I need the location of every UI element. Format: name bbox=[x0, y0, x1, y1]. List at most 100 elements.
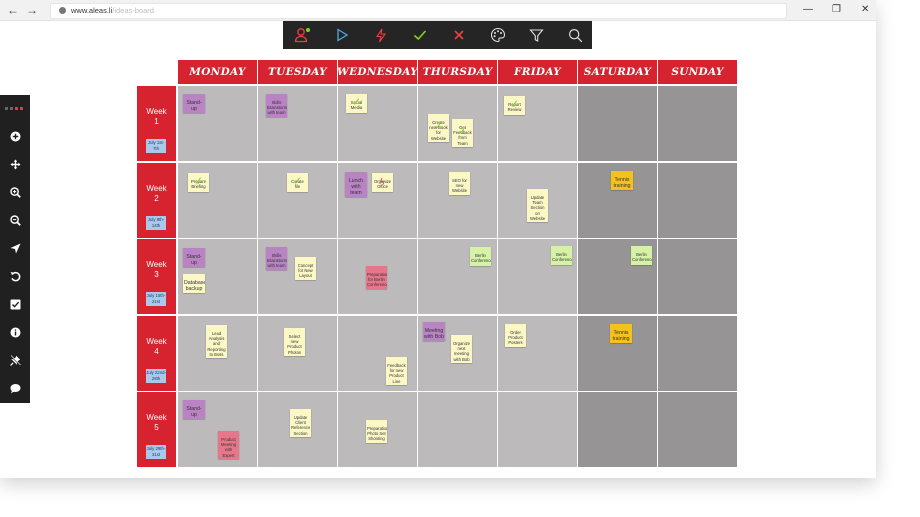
board-cell[interactable]: Social Media ✓ bbox=[338, 86, 417, 161]
sticky-note[interactable]: Skills Brainstorming with team bbox=[266, 94, 287, 117]
board-cell[interactable]: Stand-up Product Meeting with Expert bbox=[178, 392, 257, 467]
board-cell[interactable]: Report Review ✓ bbox=[498, 86, 577, 161]
minimize-button[interactable]: — bbox=[803, 3, 813, 17]
week-label: Week 4 bbox=[146, 337, 167, 356]
board-cell[interactable]: Stand-up bbox=[178, 86, 257, 161]
sticky-note[interactable]: Concept for New Layout bbox=[295, 257, 316, 280]
board-cell[interactable]: Meeting with Bob Organize next meeting wi… bbox=[418, 316, 497, 391]
sticky-note[interactable]: Get Feedback from Team ✓ bbox=[452, 119, 473, 147]
close-window-button[interactable]: ✕ bbox=[861, 3, 869, 17]
board-cell[interactable] bbox=[498, 392, 577, 467]
sticky-note[interactable]: Organize next meeting with Bob bbox=[451, 335, 472, 363]
sticky-note[interactable]: Stand-up bbox=[183, 400, 205, 419]
toolbar-cross-button[interactable] bbox=[439, 21, 478, 49]
sidebar-pin-off-button[interactable] bbox=[0, 349, 30, 371]
board-cell[interactable]: Feedback for new Product Line bbox=[338, 316, 417, 391]
note-header bbox=[631, 246, 652, 249]
sidebar-navigate-button[interactable] bbox=[0, 237, 30, 259]
sticky-note[interactable]: Social Media ✓ bbox=[346, 94, 367, 113]
day-header-wednesday: WEDNESDAY bbox=[337, 60, 418, 84]
board-cell[interactable]: Berlin Conference bbox=[418, 239, 497, 314]
sticky-note[interactable]: Berlin Conference bbox=[551, 246, 572, 265]
board-cell[interactable] bbox=[658, 316, 737, 391]
sticky-note[interactable]: Lunch with team bbox=[345, 172, 367, 197]
board-cell[interactable] bbox=[418, 392, 497, 467]
sticky-note[interactable]: Order Product Posters bbox=[505, 324, 526, 347]
sticky-note[interactable]: Select new Product Photos bbox=[284, 328, 305, 356]
sticky-note[interactable]: Stand-up bbox=[183, 248, 205, 267]
board-cell[interactable]: Preparation for Berlin Conference bbox=[338, 239, 417, 314]
board-cell[interactable]: Update Client Reference Section bbox=[258, 392, 337, 467]
board-cell[interactable] bbox=[658, 163, 737, 238]
sticky-note[interactable]: SEO for new Website bbox=[449, 172, 470, 195]
sticky-note[interactable]: Update Team Section on Website bbox=[527, 189, 548, 223]
board-cell[interactable]: Prepare Briefing ✓ bbox=[178, 163, 257, 238]
toolbar-check-button[interactable] bbox=[400, 21, 439, 49]
sticky-note[interactable]: Berlin Conference bbox=[631, 246, 652, 265]
board-cell[interactable]: Lead Analysis and Reporting to Boss bbox=[178, 316, 257, 391]
sidebar-handle[interactable] bbox=[5, 107, 27, 111]
sticky-note[interactable]: Organize Office ϟ bbox=[372, 173, 393, 192]
board-cell[interactable]: Berlin Conference bbox=[578, 239, 657, 314]
board-cell[interactable] bbox=[578, 86, 657, 161]
back-button[interactable]: ← bbox=[7, 2, 19, 18]
sidebar-zoom-out-button[interactable] bbox=[0, 209, 30, 231]
sticky-note[interactable]: Database backup bbox=[183, 274, 205, 293]
board-cell[interactable]: Lunch with team Organize Office ϟ bbox=[338, 163, 417, 238]
sidebar-chat-button[interactable] bbox=[0, 377, 30, 399]
board-cell[interactable]: Create file ✓ bbox=[258, 163, 337, 238]
site-info-icon[interactable] bbox=[59, 7, 66, 14]
board-cell[interactable]: Update Team Section on Website bbox=[498, 163, 577, 238]
sidebar-info-button[interactable] bbox=[0, 321, 30, 343]
browser-titlebar: ← → www.aleas.li/ideas-board — ❐ ✕ bbox=[0, 0, 876, 21]
board-cell[interactable]: Order Product Posters bbox=[498, 316, 577, 391]
board-cell[interactable]: Create new Book for Website ✓ Get Feedback… bbox=[418, 86, 497, 161]
forward-button[interactable]: → bbox=[26, 2, 38, 18]
toolbar-play-button[interactable] bbox=[322, 21, 361, 49]
board-cell[interactable] bbox=[658, 392, 737, 467]
sticky-note[interactable]: Berlin Conference bbox=[470, 247, 491, 266]
board-cell[interactable]: Preparation Photo Set Shooting bbox=[338, 392, 417, 467]
sticky-note[interactable]: Update Client Reference Section bbox=[290, 409, 311, 437]
sticky-note[interactable]: Meeting with Bob bbox=[423, 322, 445, 341]
sticky-note[interactable]: Preparation Photo Set Shooting bbox=[366, 420, 387, 443]
sticky-note[interactable]: Product Meeting with Expert bbox=[218, 431, 239, 459]
toolbar-palette-button[interactable] bbox=[478, 21, 517, 49]
toolbar-filter-button[interactable] bbox=[517, 21, 556, 49]
maximize-button[interactable]: ❐ bbox=[832, 3, 841, 17]
sidebar-checklist-button[interactable] bbox=[0, 293, 30, 315]
sticky-note[interactable]: Create new Book for Website ✓ bbox=[428, 114, 449, 142]
toolbar-user-button[interactable] bbox=[283, 21, 322, 49]
sticky-note[interactable]: Feedback for new Product Line bbox=[386, 357, 407, 385]
sticky-note[interactable]: Create file ✓ bbox=[287, 173, 308, 192]
sticky-note[interactable]: Tennis training bbox=[610, 324, 632, 343]
board-cell[interactable]: Tennis training bbox=[578, 316, 657, 391]
toolbar-flash-button[interactable] bbox=[361, 21, 400, 49]
note-header bbox=[372, 173, 393, 176]
board-cell[interactable]: Stand-up Database backup bbox=[178, 239, 257, 314]
address-bar[interactable]: www.aleas.li/ideas-board bbox=[50, 3, 787, 19]
board-cell[interactable]: Berlin Conference bbox=[498, 239, 577, 314]
sticky-note[interactable]: Preparation for Berlin Conference bbox=[366, 266, 387, 289]
board-cell[interactable]: Skills Brainstorming with team Concept fo… bbox=[258, 239, 337, 314]
sidebar-undo-button[interactable] bbox=[0, 265, 30, 287]
board-cell[interactable] bbox=[658, 239, 737, 314]
sticky-note[interactable]: Tennis training bbox=[611, 171, 633, 190]
board-cell[interactable]: SEO for new Website bbox=[418, 163, 497, 238]
browser-window: ← → www.aleas.li/ideas-board — ❐ ✕ MONDA… bbox=[0, 0, 876, 478]
board-cell[interactable] bbox=[658, 86, 737, 161]
sticky-note[interactable]: Skills Brainstorming with team bbox=[266, 247, 287, 270]
sticky-note[interactable]: Lead Analysis and Reporting to Boss bbox=[206, 325, 227, 359]
sidebar-move-button[interactable] bbox=[0, 153, 30, 175]
board-cell[interactable]: Tennis training bbox=[578, 163, 657, 238]
note-text: SEO for new Website bbox=[451, 178, 468, 194]
board-cell[interactable]: Skills Brainstorming with team bbox=[258, 86, 337, 161]
sidebar-zoom-in-button[interactable] bbox=[0, 181, 30, 203]
sidebar-add-button[interactable] bbox=[0, 125, 30, 147]
toolbar-search-button[interactable] bbox=[556, 21, 595, 49]
sticky-note[interactable]: Stand-up bbox=[183, 94, 205, 113]
sticky-note[interactable]: Report Review ✓ bbox=[504, 96, 525, 115]
sticky-note[interactable]: Prepare Briefing ✓ bbox=[188, 173, 209, 192]
board-cell[interactable] bbox=[578, 392, 657, 467]
board-cell[interactable]: Select new Product Photos bbox=[258, 316, 337, 391]
